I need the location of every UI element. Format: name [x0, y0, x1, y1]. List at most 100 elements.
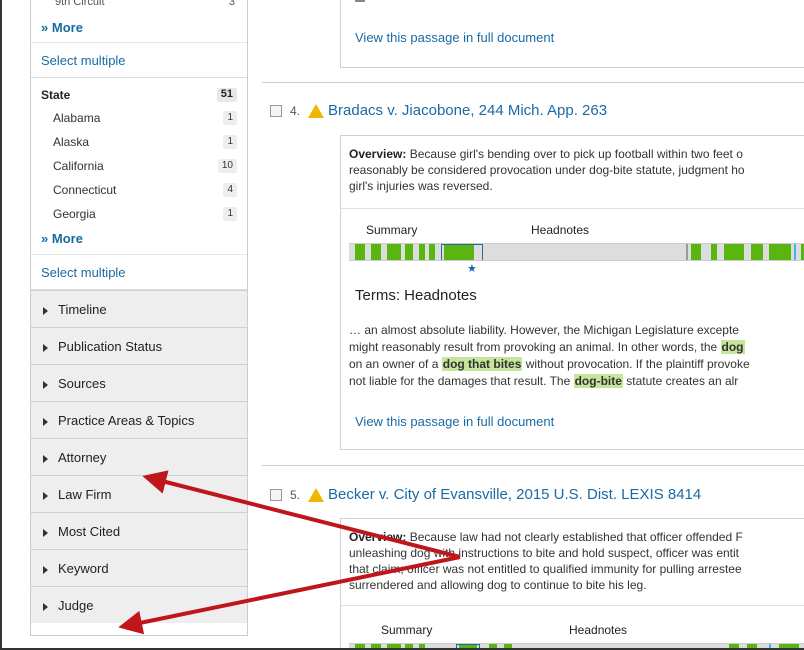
facet-practice-areas[interactable]: Practice Areas & Topics: [31, 401, 247, 438]
overview-text-line: girl's injuries was reversed.: [349, 179, 493, 193]
state-item-label: Georgia: [53, 207, 96, 221]
snippet-line: on an owner of a: [349, 357, 442, 371]
overview-label: Overview:: [349, 147, 407, 161]
caution-warning-icon[interactable]: [308, 103, 325, 118]
more-states-link[interactable]: » More: [31, 226, 247, 254]
tab-headnotes[interactable]: Headnotes: [569, 623, 627, 637]
cut-off-facet-row[interactable]: 9th Circuit 3: [31, 0, 247, 14]
overview-text-line: surrendered and allowing dog to continue…: [349, 578, 647, 592]
snippet-line: statute creates an alr: [622, 374, 739, 388]
overview-text-line: unleashing dog with instructions to bite…: [349, 546, 740, 560]
state-item-label: Alaska: [53, 135, 90, 149]
state-facet-title: State: [41, 88, 71, 102]
facet-attorney[interactable]: Attorney: [31, 438, 247, 475]
facet-label: Keyword: [58, 561, 109, 576]
facet-label: Practice Areas & Topics: [58, 413, 195, 428]
state-item-count: 1: [223, 207, 237, 221]
facet-timeline[interactable]: Timeline: [31, 290, 247, 327]
view-passage-link[interactable]: View this passage in full document: [355, 30, 554, 45]
facet-keyword[interactable]: Keyword: [31, 549, 247, 586]
result-header: 5. Becker v. City of Evansville, 2015 U.…: [270, 486, 701, 503]
caution-warning-icon[interactable]: [308, 487, 325, 502]
facet-most-cited[interactable]: Most Cited: [31, 512, 247, 549]
caret-right-icon: [43, 343, 48, 352]
snippet-line: might reasonably result from provoking a…: [349, 340, 721, 354]
selected-star-icon: ★: [467, 263, 477, 275]
select-multiple-states-link[interactable]: Select multiple: [31, 254, 247, 290]
state-list: Alabama 1 Alaska 1 California 10 Connect…: [31, 106, 247, 226]
state-item-alabama[interactable]: Alabama 1: [31, 106, 247, 130]
facet-publication-status[interactable]: Publication Status: [31, 327, 247, 364]
view-passage-link[interactable]: View this passage in full document: [355, 414, 554, 429]
filter-sidebar: 9th Circuit 3 » More Select multiple Sta…: [30, 0, 248, 636]
facet-law-firm[interactable]: Law Firm: [31, 475, 247, 512]
results-list: View this passage in full document 4. Br…: [262, 0, 804, 648]
more-courts-link[interactable]: » More: [31, 14, 247, 42]
state-item-georgia[interactable]: Georgia 1: [31, 202, 247, 226]
state-item-california[interactable]: California 10: [31, 154, 247, 178]
caret-right-icon: [43, 306, 48, 315]
state-facet-count: 51: [216, 88, 237, 102]
facet-label: Law Firm: [58, 487, 112, 502]
state-item-connecticut[interactable]: Connecticut 4: [31, 178, 247, 202]
result-header: 4. Bradacs v. Jiacobone, 244 Mich. App. …: [270, 102, 607, 119]
term-distribution-bar[interactable]: [349, 643, 804, 648]
facet-label: Publication Status: [58, 339, 163, 354]
result-title-link[interactable]: Becker v. City of Evansville, 2015 U.S. …: [328, 486, 701, 503]
truncated-text: [355, 0, 365, 2]
result-divider: [262, 465, 804, 466]
snippet-line: not liable for the damages that result. …: [349, 374, 574, 388]
result-title-link[interactable]: Bradacs v. Jiacobone, 244 Mich. App. 263: [328, 102, 607, 119]
tab-summary[interactable]: Summary: [366, 223, 417, 237]
facet-judge[interactable]: Judge: [31, 586, 247, 623]
facet-label: Attorney: [58, 450, 107, 465]
state-item-count: 10: [217, 159, 237, 173]
result-checkbox[interactable]: [270, 104, 282, 117]
tab-headnotes[interactable]: Headnotes: [531, 223, 589, 237]
caret-right-icon: [43, 565, 48, 574]
more-label: More: [51, 231, 83, 246]
result-overview: Overview: Because law had not clearly es…: [349, 529, 743, 593]
state-item-count: 4: [223, 183, 237, 197]
result-checkbox[interactable]: [270, 488, 282, 501]
snippet-line: … an almost absolute liability. However,…: [349, 323, 739, 337]
overview-divider: [341, 605, 804, 606]
caret-right-icon: [43, 454, 48, 463]
state-item-count: 1: [223, 111, 237, 125]
more-label: More: [51, 20, 83, 35]
cut-off-facet-label: 9th Circuit: [55, 0, 105, 8]
search-term-highlight: dog that bites: [441, 357, 523, 371]
previous-result-passage: View this passage in full document: [340, 0, 804, 68]
facet-sources[interactable]: Sources: [31, 364, 247, 401]
facet-label: Timeline: [58, 302, 107, 317]
facet-label: Most Cited: [58, 524, 121, 539]
facet-label: Sources: [58, 376, 106, 391]
result-detail-box: Overview: Because law had not clearly es…: [340, 518, 804, 648]
search-term-highlight: dog-bite: [573, 374, 623, 388]
caret-right-icon: [43, 528, 48, 537]
tab-summary[interactable]: Summary: [381, 623, 432, 637]
facet-label: Judge: [58, 598, 94, 613]
terms-heading: Terms: Headnotes: [355, 287, 477, 304]
state-item-alaska[interactable]: Alaska 1: [31, 130, 247, 154]
double-chevron-down-icon: »: [41, 231, 49, 246]
headnote-snippet: … an almost absolute liability. However,…: [349, 322, 750, 390]
overview-text-line: that claim; officer was not entitled to …: [349, 562, 742, 576]
double-chevron-down-icon: »: [41, 20, 49, 35]
overview-label: Overview:: [349, 530, 407, 544]
state-facet-header[interactable]: State 51: [31, 78, 247, 106]
select-multiple-courts-link[interactable]: Select multiple: [31, 42, 247, 78]
overview-divider: [341, 208, 804, 209]
result-detail-box: Overview: Because girl's bending over to…: [340, 135, 804, 450]
overview-text-line: Because girl's bending over to pick up f…: [409, 147, 743, 161]
app-frame: 9th Circuit 3 » More Select multiple Sta…: [0, 0, 804, 650]
term-distribution-bar[interactable]: [349, 243, 804, 261]
caret-right-icon: [43, 602, 48, 611]
caret-right-icon: [43, 380, 48, 389]
facet-list: Timeline Publication Status Sources Prac…: [31, 290, 247, 623]
result-number: 5.: [290, 487, 301, 502]
snippet-line: without provocation. If the plaintiff pr…: [522, 357, 750, 371]
result-overview: Overview: Because girl's bending over to…: [349, 146, 745, 194]
caret-right-icon: [43, 491, 48, 500]
overview-text-line: reasonably be considered provocation und…: [349, 163, 745, 177]
